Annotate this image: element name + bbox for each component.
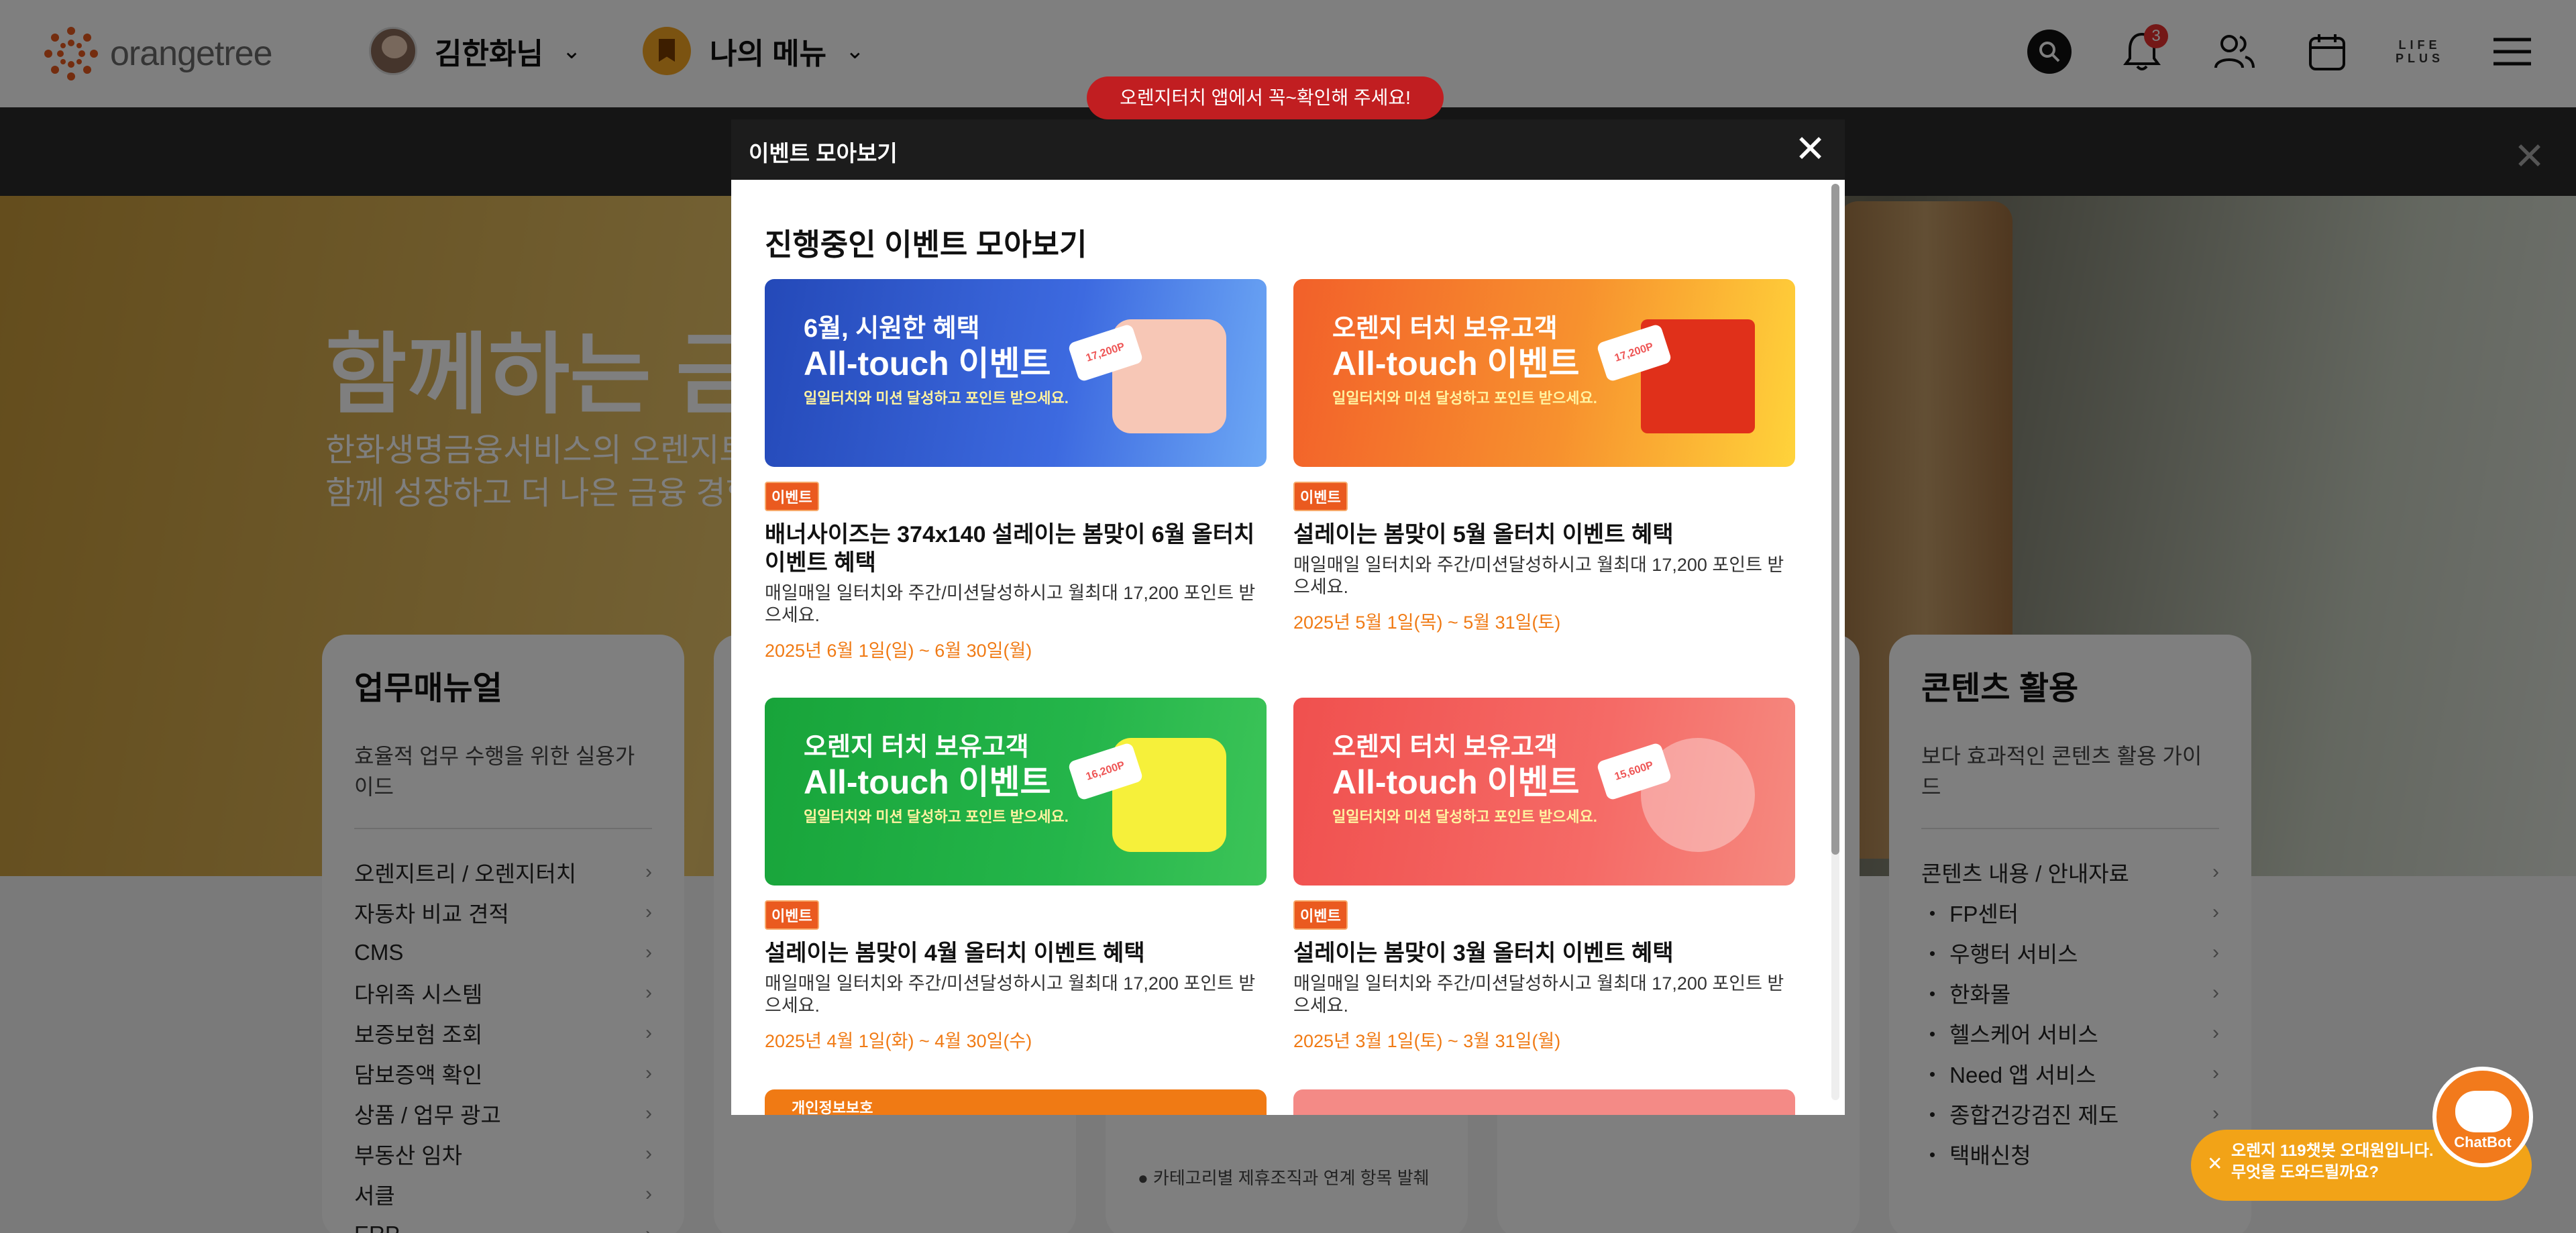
modal-title: 이벤트 모아보기 xyxy=(749,141,898,166)
event-banner-partial[interactable] xyxy=(1293,1089,1795,1115)
event-desc: 매일매일 일터치와 주간/미션달성하시고 월최대 17,200 포인트 받으세요… xyxy=(1293,555,1784,597)
event-banner[interactable]: 오렌지 터치 보유고객 All-touch 이벤트 일일터치와 미션 달성하고 … xyxy=(1293,698,1795,886)
event-item[interactable]: 오렌지 터치 보유고객 All-touch 이벤트 일일터치와 미션 달성하고 … xyxy=(1293,698,1795,1053)
event-banner[interactable]: 6월, 시원한 혜택 All-touch 이벤트 일일터치와 미션 달성하고 포… xyxy=(765,279,1267,467)
event-date: 2025년 4월 1일(화) ~ 4월 30일(수) xyxy=(765,1031,1032,1051)
chatbot-button[interactable]: ChatBot xyxy=(2432,1067,2533,1167)
scrollbar-thumb[interactable] xyxy=(1831,184,1839,855)
event-desc: 매일매일 일터치와 주간/미션달성하시고 월최대 17,200 포인트 받으세요… xyxy=(765,973,1256,1016)
modal-scrollbar[interactable] xyxy=(1831,184,1839,1100)
event-tag: 이벤트 xyxy=(765,900,819,930)
modal-header: 이벤트 모아보기 ✕ xyxy=(731,119,1845,180)
event-banner-partial[interactable]: 개인정보보호 xyxy=(765,1089,1267,1115)
banner-line2: All-touch 이벤트 xyxy=(1332,345,1580,382)
chatbot-face-icon xyxy=(2455,1091,2512,1132)
event-banner[interactable]: 오렌지 터치 보유고객 All-touch 이벤트 일일터치와 미션 달성하고 … xyxy=(1293,279,1795,467)
event-banner[interactable]: 오렌지 터치 보유고객 All-touch 이벤트 일일터치와 미션 달성하고 … xyxy=(765,698,1267,886)
event-date: 2025년 5월 1일(목) ~ 5월 31일(토) xyxy=(1293,612,1561,633)
chatbot-label: ChatBot xyxy=(2454,1134,2512,1150)
event-tag: 이벤트 xyxy=(1293,482,1348,511)
app-notice-pill[interactable]: 오렌지터치 앱에서 꼭~확인해 주세요! xyxy=(1087,76,1444,119)
event-date: 2025년 3월 1일(토) ~ 3월 31일(월) xyxy=(1293,1031,1561,1051)
event-tag: 이벤트 xyxy=(765,482,819,511)
event-title: 설레이는 봄맞이 5월 올터치 이벤트 혜택 xyxy=(1293,522,1674,547)
banner-line2: All-touch 이벤트 xyxy=(804,345,1051,382)
close-icon[interactable]: ✕ xyxy=(1794,129,1826,169)
partial-banner-text: 개인정보보호 xyxy=(792,1100,873,1115)
event-item[interactable]: 6월, 시원한 혜택 All-touch 이벤트 일일터치와 미션 달성하고 포… xyxy=(765,279,1267,662)
banner-line2: All-touch 이벤트 xyxy=(1332,763,1580,801)
chatbot-message-line1: 오렌지 119챗봇 오대원입니다. xyxy=(2231,1142,2434,1160)
event-date: 2025년 6월 1일(일) ~ 6월 30일(월) xyxy=(765,641,1032,661)
event-title: 설레이는 봄맞이 4월 올터치 이벤트 혜택 xyxy=(765,941,1145,966)
banner-line3: 일일터치와 미션 달성하고 포인트 받으세요. xyxy=(804,390,1069,407)
banner-line3: 일일터치와 미션 달성하고 포인트 받으세요. xyxy=(1332,808,1597,825)
banner-line2: All-touch 이벤트 xyxy=(804,763,1051,801)
event-desc: 매일매일 일터치와 주간/미션달성하시고 월최대 17,200 포인트 받으세요… xyxy=(765,583,1256,625)
event-title: 배너사이즈는 374x140 설레이는 봄맞이 6월 올터치 이벤트 혜택 xyxy=(765,522,1255,576)
event-tag: 이벤트 xyxy=(1293,900,1348,930)
chatbot-message: 오렌지 119챗봇 오대원입니다. 무엇을 도와드릴까요? xyxy=(2231,1140,2434,1183)
chatbot-message-line2: 무엇을 도와드릴까요? xyxy=(2231,1163,2379,1181)
banner-line3: 일일터치와 미션 달성하고 포인트 받으세요. xyxy=(1332,390,1597,407)
modal-heading: 진행중인 이벤트 모아보기 xyxy=(765,227,1087,262)
event-desc: 매일매일 일터치와 주간/미션달성하시고 월최대 17,200 포인트 받으세요… xyxy=(1293,973,1784,1016)
banner-line3: 일일터치와 미션 달성하고 포인트 받으세요. xyxy=(804,808,1069,825)
event-item[interactable]: 오렌지 터치 보유고객 All-touch 이벤트 일일터치와 미션 달성하고 … xyxy=(1293,279,1795,634)
chat-close-icon[interactable]: ✕ xyxy=(2207,1152,2222,1175)
event-modal: 이벤트 모아보기 ✕ 진행중인 이벤트 모아보기 6월, 시원한 혜택 All-… xyxy=(731,119,1845,1115)
event-item[interactable]: 오렌지 터치 보유고객 All-touch 이벤트 일일터치와 미션 달성하고 … xyxy=(765,698,1267,1053)
event-title: 설레이는 봄맞이 3월 올터치 이벤트 혜택 xyxy=(1293,941,1674,966)
